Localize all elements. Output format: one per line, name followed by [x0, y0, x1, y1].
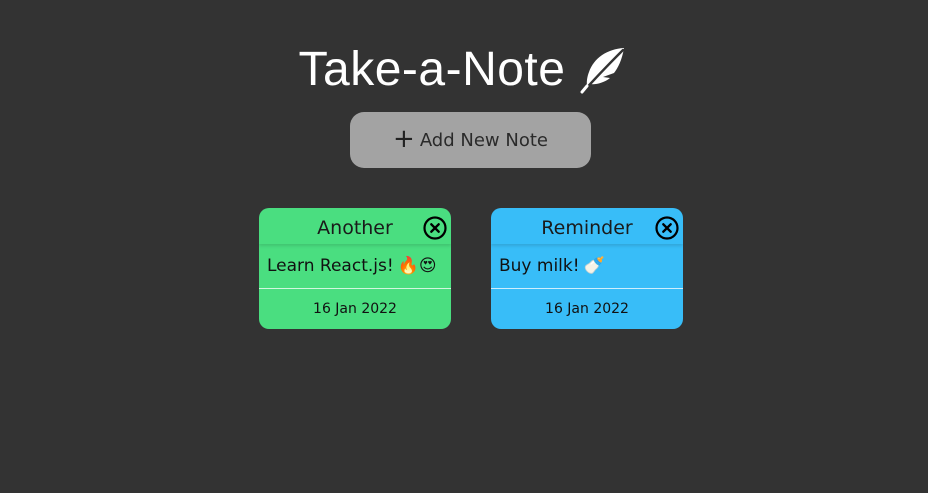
note-title: Reminder	[541, 216, 633, 239]
note-date: 16 Jan 2022	[545, 301, 629, 317]
note-text: Buy milk!	[499, 256, 580, 276]
note-emoji: 🔥😍	[397, 256, 437, 276]
note-body[interactable]: Buy milk! 🍼	[491, 244, 683, 289]
note-header: Another	[259, 208, 451, 244]
note-card: Another Learn React.js! 🔥😍 16 Jan 2022	[259, 208, 451, 329]
close-icon[interactable]	[423, 216, 447, 240]
note-emoji: 🍼	[583, 256, 605, 276]
close-icon[interactable]	[655, 216, 679, 240]
plus-icon: +	[393, 123, 415, 154]
add-new-note-button[interactable]: + Add New Note	[350, 112, 591, 168]
feather-icon	[577, 44, 629, 96]
note-header: Reminder	[491, 208, 683, 244]
add-new-note-label: Add New Note	[419, 129, 548, 151]
note-text: Learn React.js!	[267, 256, 394, 276]
note-card: Reminder Buy milk! 🍼 16 Jan 2022	[491, 208, 683, 329]
app-title: Take-a-Note	[298, 43, 566, 96]
note-title: Another	[317, 216, 393, 239]
note-body[interactable]: Learn React.js! 🔥😍	[259, 244, 451, 289]
note-date: 16 Jan 2022	[313, 301, 397, 317]
app-header: Take-a-Note	[0, 38, 928, 102]
